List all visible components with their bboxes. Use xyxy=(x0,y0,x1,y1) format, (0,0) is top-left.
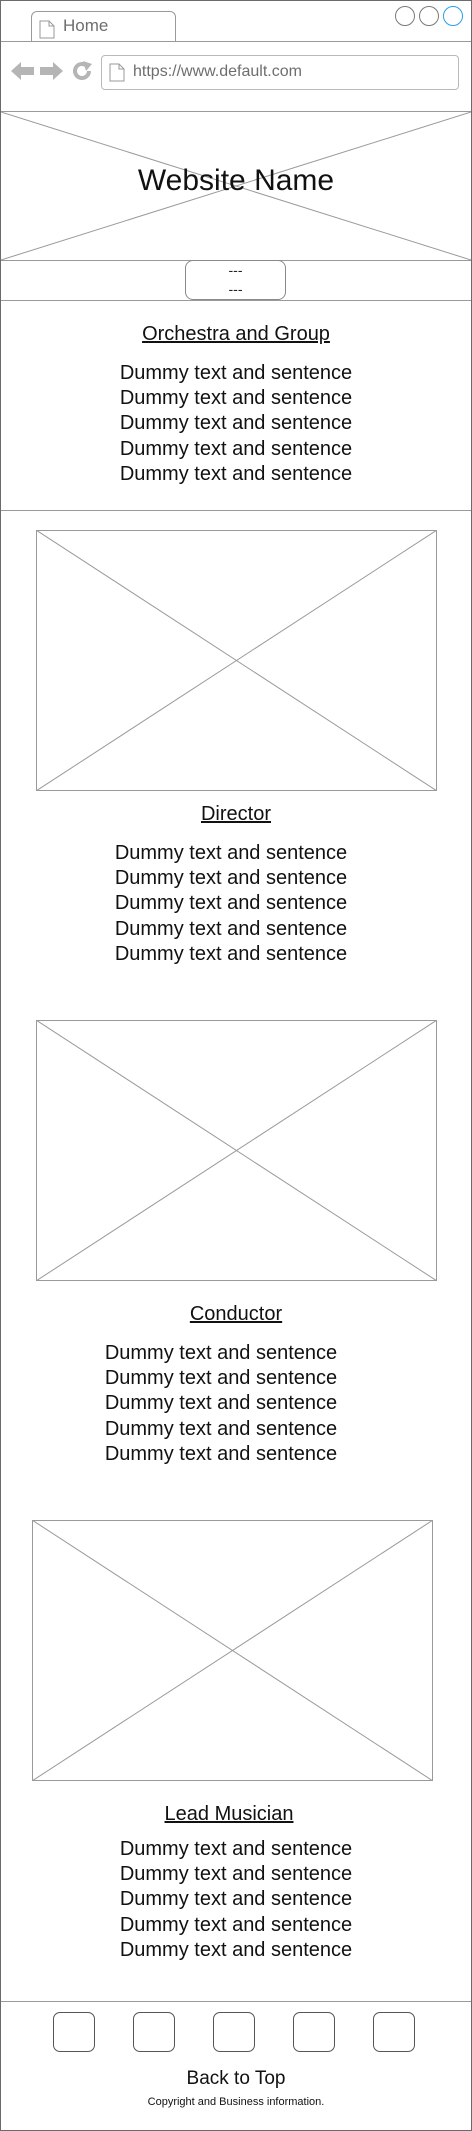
text-line: Dummy text and sentence xyxy=(119,462,353,485)
menu-divider xyxy=(1,300,471,301)
browser-tab-home[interactable]: Home xyxy=(31,11,176,42)
hero-banner: Website Name xyxy=(1,112,471,260)
social-button-5[interactable] xyxy=(373,2012,415,2052)
section-body: Dummy text and sentence Dummy text and s… xyxy=(0,1341,456,1467)
text-line: Dummy text and sentence xyxy=(104,1367,338,1390)
footer-divider xyxy=(1,2001,471,2002)
text-line: Dummy text and sentence xyxy=(119,387,353,410)
text-line: Dummy text and sentence xyxy=(104,1417,338,1440)
browser-window: Home https://www.default.com Website Nam… xyxy=(0,0,472,2131)
section-title-orchestra[interactable]: Orchestra and Group xyxy=(1,323,471,346)
section-body: Dummy text and sentence Dummy text and s… xyxy=(1,1837,471,1963)
text-line: Dummy text and sentence xyxy=(119,1888,353,1911)
url-text: https://www.default.com xyxy=(133,63,302,80)
site-name: Website Name xyxy=(137,164,335,197)
text-line: Dummy text and sentence xyxy=(114,892,348,915)
text-line: Dummy text and sentence xyxy=(114,917,348,940)
text-line: Dummy text and sentence xyxy=(119,1938,353,1961)
address-bar[interactable]: https://www.default.com xyxy=(101,55,459,90)
text-line: Dummy text and sentence xyxy=(104,1392,338,1415)
copyright-text: Copyright and Business information. xyxy=(147,2096,325,2108)
section-title-lead-musician[interactable]: Lead Musician xyxy=(0,1803,464,1826)
window-close-button[interactable] xyxy=(443,6,463,26)
text-line: Dummy text and sentence xyxy=(114,942,348,965)
tab-label: Home xyxy=(63,16,109,35)
social-button-1[interactable] xyxy=(53,2012,95,2052)
text-line: Dummy text and sentence xyxy=(104,1442,338,1465)
menu-line: --- xyxy=(228,262,243,278)
section-divider xyxy=(1,510,471,511)
director-image-placeholder xyxy=(35,529,438,796)
text-line: Dummy text and sentence xyxy=(119,1838,353,1860)
text-line: Dummy text and sentence xyxy=(114,842,348,864)
window-maximize-button[interactable] xyxy=(419,6,439,26)
back-to-top-link[interactable]: Back to Top xyxy=(1,2068,471,2090)
section-title-conductor[interactable]: Conductor xyxy=(1,1303,471,1326)
text-line: Dummy text and sentence xyxy=(119,412,353,435)
social-button-4[interactable] xyxy=(293,2012,335,2052)
text-line: Dummy text and sentence xyxy=(119,362,353,384)
social-button-3[interactable] xyxy=(213,2012,255,2052)
page-icon xyxy=(109,63,125,87)
text-line: Dummy text and sentence xyxy=(119,1863,353,1886)
window-minimize-button[interactable] xyxy=(395,6,415,26)
lead-musician-image-placeholder xyxy=(31,1519,434,1786)
text-line: Dummy text and sentence xyxy=(104,1342,338,1364)
text-line: Dummy text and sentence xyxy=(114,867,348,890)
back-arrow-icon[interactable] xyxy=(11,61,35,86)
text-line: Dummy text and sentence xyxy=(119,437,353,460)
menu-line: --- xyxy=(228,281,243,297)
section-body: Dummy text and sentence Dummy text and s… xyxy=(0,841,466,967)
social-button-2[interactable] xyxy=(133,2012,175,2052)
section-body: Dummy text and sentence Dummy text and s… xyxy=(1,361,471,487)
section-title-director[interactable]: Director xyxy=(1,803,471,826)
menu-button[interactable]: --- --- xyxy=(185,260,286,300)
conductor-image-placeholder xyxy=(35,1019,438,1286)
forward-arrow-icon[interactable] xyxy=(39,61,63,86)
text-line: Dummy text and sentence xyxy=(119,1913,353,1936)
reload-icon[interactable] xyxy=(71,60,93,87)
tab-strip-divider xyxy=(1,41,471,42)
